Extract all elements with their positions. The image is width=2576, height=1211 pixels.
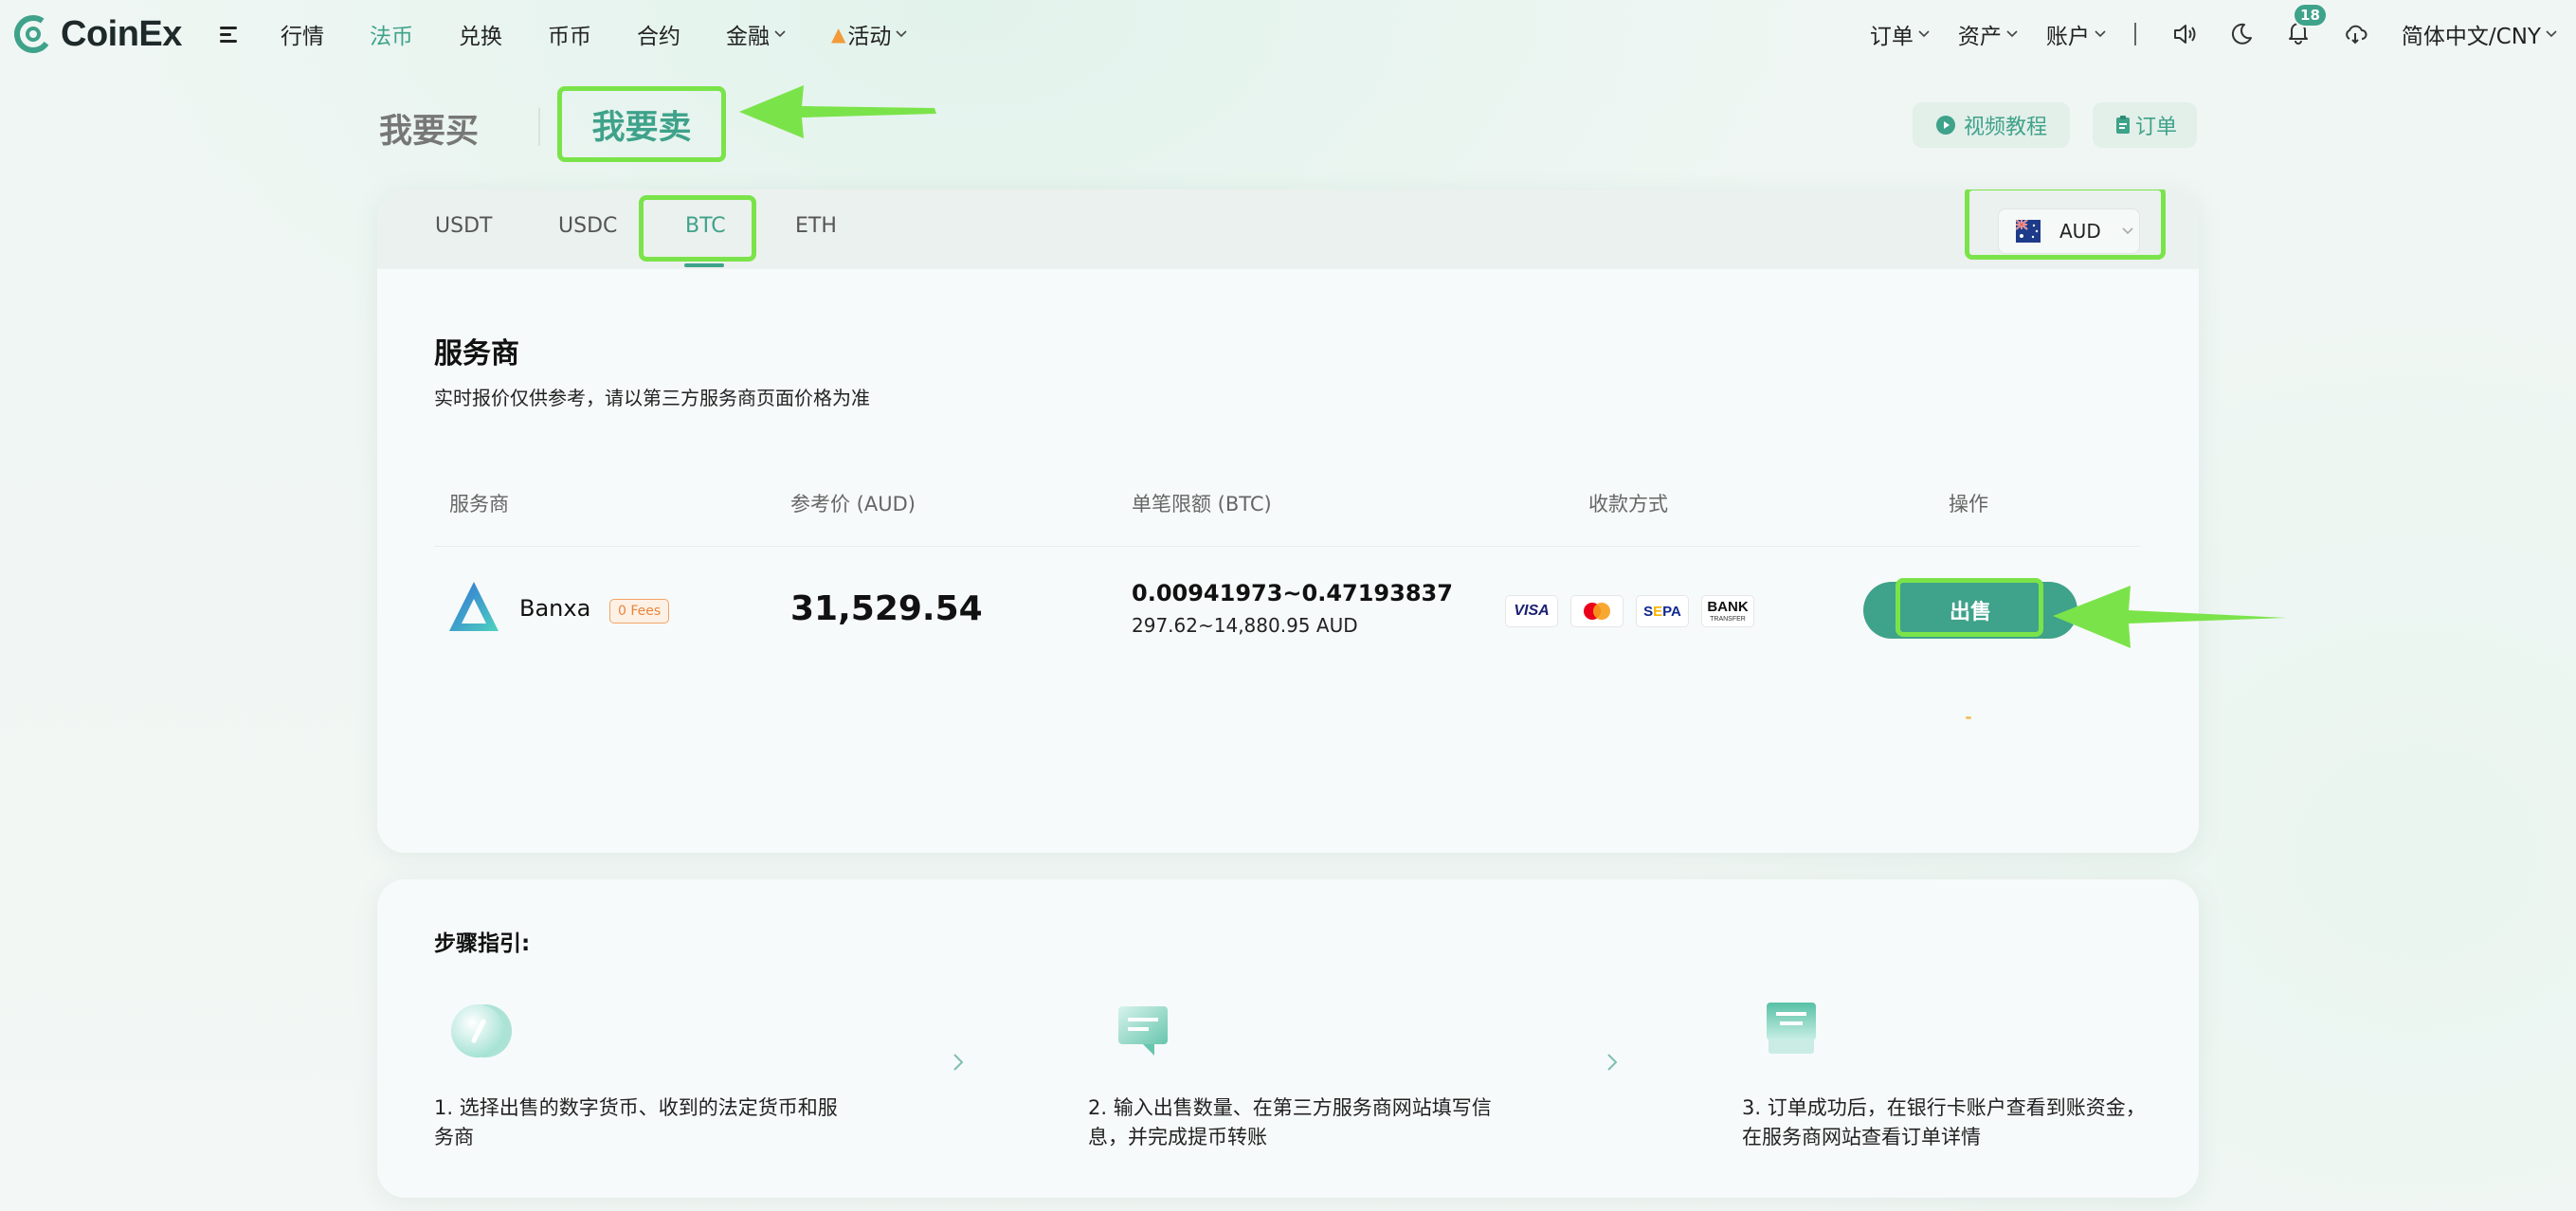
nav-swap[interactable]: 兑换 [459,18,502,50]
section-subtitle: 实时报价仅供参考，请以第三方服务商页面价格为准 [434,387,870,409]
nav-orders-dropdown[interactable]: 订单 [1870,18,1930,50]
nav-divider [2133,23,2136,45]
visa-icon: VISA [1505,595,1558,627]
mastercard-icon [1570,595,1624,627]
moon-icon[interactable] [2229,22,2254,46]
steps-title: 步骤指引: [434,931,531,956]
video-tutorial-button[interactable]: 视频教程 [1913,102,2070,148]
sepa-icon: SEPA [1636,595,1689,627]
chat-form-icon [1118,1006,1168,1056]
limit-crypto: 0.00941973~0.47193837 [1132,580,1453,606]
coin-tab-usdt[interactable]: USDT [435,214,492,238]
step-1-text: 1. 选择出售的数字货币、收到的法定货币和服务商 [434,1096,838,1148]
chevron-down-icon [774,30,786,38]
orders-button[interactable]: 订单 [2093,102,2197,148]
provider-list: 服务商 实时报价仅供参考，请以第三方服务商页面价格为准 服务商 参考价 (AUD… [377,269,2199,853]
nav-market[interactable]: 行情 [281,18,324,50]
chevron-right-icon [1607,1054,1618,1071]
bank-transfer-icon: BANK TRANSFER [1701,595,1754,627]
fee-badge: 0 Fees [609,599,670,624]
nav-spot[interactable]: 币币 [548,18,591,50]
mastercard-circles [1584,603,1610,620]
play-icon [1935,116,1955,135]
col-action: 操作 [1949,493,1988,515]
reference-price: 31,529.54 [790,589,983,628]
provider-name: Banxa [519,595,591,622]
section-title: 服务商 [434,337,519,371]
loading-dot [1966,716,1971,719]
notification-badge: 18 [2293,3,2328,27]
nav-right: 订单 资产 账户 18 简体中文/CNY [1870,0,2576,68]
nav-assets-dropdown[interactable]: 资产 [1958,18,2018,50]
col-limit: 单笔限额 (BTC) [1132,493,1272,515]
nav-fiat[interactable]: 法币 [370,18,413,50]
coin-tab-usdc[interactable]: USDC [558,214,617,238]
language-currency-dropdown[interactable]: 简体中文/CNY [2402,18,2557,50]
select-coin-icon [451,1004,512,1057]
banxa-logo-icon [449,582,499,631]
clipboard-icon [2115,116,2130,134]
step-3-text: 3. 订单成功后，在银行卡账户查看到账资金，在服务商网站查看订单详情 [1742,1096,2146,1148]
tab-divider [538,108,540,146]
col-payment-method: 收款方式 [1588,493,1668,515]
menu-icon[interactable] [220,25,241,44]
sell-button-highlight [1896,578,2043,637]
btc-tab-highlight [639,195,756,262]
active-tab-underline [684,263,724,267]
notification-button[interactable]: 18 [2286,3,2328,48]
logo-text: CoinEx [61,13,182,54]
bank-card-icon [1767,1003,1816,1054]
sell-tab-highlight [557,86,726,162]
col-provider: 服务商 [449,493,509,515]
step-2-text: 2. 输入出售数量、在第三方服务商网站填写信息，并完成提币转账 [1088,1096,1492,1148]
main-nav: 行情 法币 兑换 币币 合约 金融 ▲ 活动 [281,0,952,68]
coinex-logo[interactable]: CoinEx [13,12,182,56]
nav-finance[interactable]: 金融 [726,18,786,50]
header-divider [434,546,2140,547]
steps-guide: 步骤指引: 1. 选择出售的数字货币、收到的法定货币和服务商 2. 输入出售数量… [377,879,2199,1198]
chevron-right-icon [953,1054,964,1071]
limit-fiat: 297.62~14,880.95 AUD [1132,614,1358,637]
chevron-down-icon [1918,30,1930,38]
coin-tab-eth[interactable]: ETH [795,214,837,238]
currency-highlight [1965,190,2166,260]
chevron-down-icon [2546,30,2557,38]
nav-account-dropdown[interactable]: 账户 [2046,18,2106,50]
top-nav: CoinEx 行情 法币 兑换 币币 合约 金融 ▲ 活动 订单 资产 账户 1… [0,0,2576,68]
nav-activity[interactable]: ▲ 活动 [831,18,907,50]
coinex-logo-icon [14,15,52,53]
fire-icon: ▲ [831,23,846,45]
chevron-down-icon [896,30,907,38]
buy-tab[interactable]: 我要买 [379,104,479,153]
sound-icon[interactable] [2172,22,2197,46]
download-cloud-icon[interactable] [2343,22,2367,46]
chevron-down-icon [2006,30,2018,38]
col-reference-price: 参考价 (AUD) [790,493,916,515]
provider-card: USDT USDC BTC ETH AUD 服务商 实时报价仅供参考，请以第三方… [377,190,2199,853]
arrow-annotation-icon [2053,586,2286,648]
arrow-annotation-icon [739,85,936,138]
nav-futures[interactable]: 合约 [637,18,680,50]
chevron-down-icon [2095,30,2106,38]
